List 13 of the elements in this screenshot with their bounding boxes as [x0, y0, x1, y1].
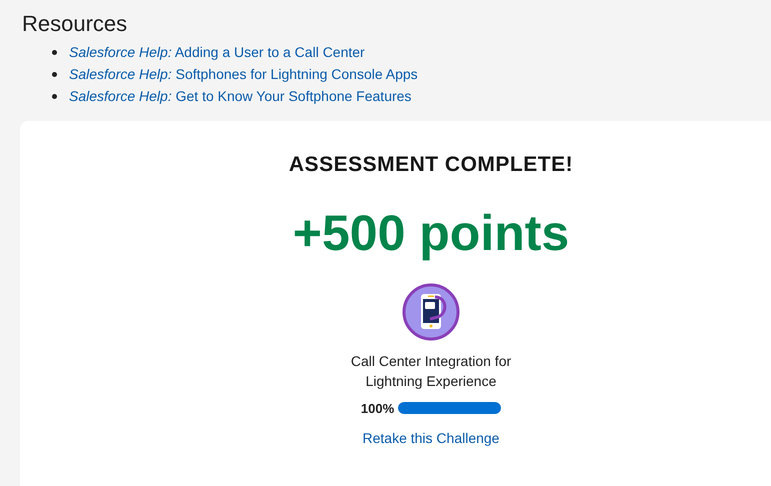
retake-link[interactable]: Retake this Challenge — [362, 428, 500, 449]
bullet-icon — [52, 94, 57, 98]
bullet-icon — [52, 72, 57, 76]
points-text: +500 points — [292, 204, 570, 262]
phone-badge-icon — [402, 282, 460, 340]
completion-heading: ASSESSMENT COMPLETE! — [288, 152, 574, 178]
badge-title: Call Center Integration for Lightning Experience — [350, 352, 512, 390]
help-link[interactable]: Salesforce Help: Get to Know Your Softphone Features — [69, 86, 412, 106]
progress-percent: 100% — [360, 400, 394, 418]
help-link[interactable]: Salesforce Help: Softphones for Lightning Console Apps — [69, 64, 418, 84]
help-link[interactable]: Salesforce Help: Adding a User to a Call Center — [69, 42, 365, 62]
section-heading: Resources — [22, 10, 128, 38]
bullet-icon — [52, 50, 57, 54]
